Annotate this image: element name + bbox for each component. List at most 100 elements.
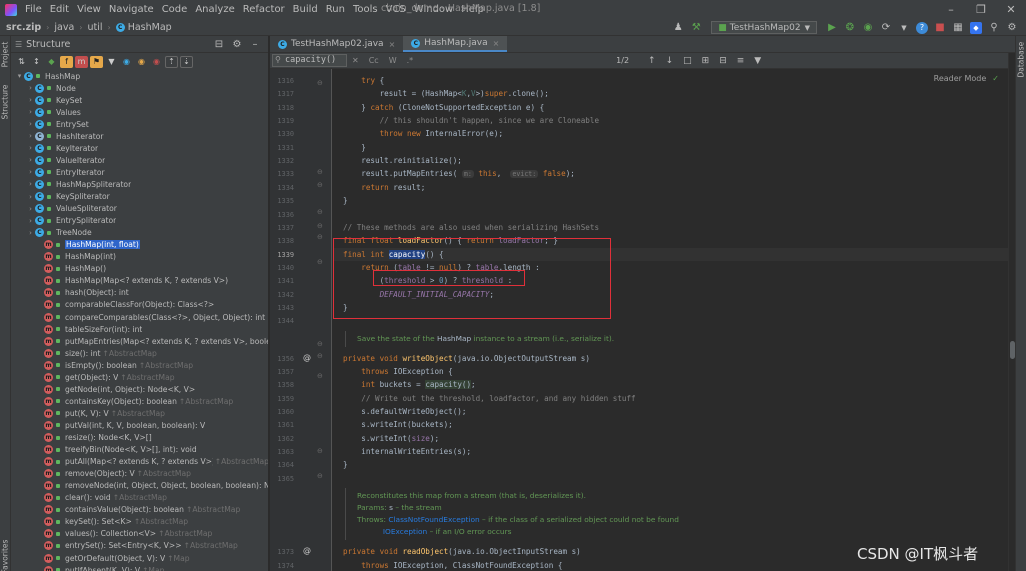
show-non-public-icon[interactable]: ⚑ (90, 55, 103, 68)
collapse-all-icon[interactable]: ⊟ (213, 38, 225, 50)
breadcrumb-item[interactable]: C HashMap (114, 22, 174, 33)
sort-visibility-icon[interactable]: ⇅ (15, 56, 28, 68)
add-user-icon[interactable]: ♟ (672, 22, 684, 34)
tree-item[interactable]: m getOrDefault(Object, V): V ↑Map (11, 552, 268, 564)
tree-item[interactable]: m get(Object): V ↑AbstractMap (11, 371, 268, 383)
tree-item[interactable]: m treeifyBin(Node<K, V>[], int): void (11, 444, 268, 456)
fold-icon[interactable]: ⊖ (317, 340, 323, 348)
tree-item[interactable]: › C ValueSpliterator (11, 203, 268, 215)
project-structure-icon[interactable]: ▦ (952, 22, 964, 34)
chevron-right-icon[interactable]: › (26, 168, 35, 176)
code-line[interactable]: try { (333, 74, 1008, 87)
menu-navigate[interactable]: Navigate (105, 4, 158, 15)
previous-occurrence-icon[interactable]: ↑ (648, 56, 656, 66)
editor-tab[interactable]: C TestHashMap02.java × (270, 36, 403, 52)
tree-item[interactable]: › C KeySpliterator (11, 191, 268, 203)
tree-item[interactable]: › C EntryIterator (11, 166, 268, 178)
chevron-right-icon[interactable]: › (26, 217, 35, 225)
next-occurrence-icon[interactable]: ↓ (666, 56, 674, 66)
code-line[interactable]: // Write out the threshold, loadfactor, … (333, 392, 1008, 405)
menu-edit[interactable]: Edit (46, 4, 73, 15)
tree-item[interactable]: m put(K, V): V ↑AbstractMap (11, 407, 268, 419)
code-line[interactable]: // this shouldn't happen, since we are C… (333, 114, 1008, 127)
code-line[interactable]: } (333, 458, 1008, 471)
menu-refactor[interactable]: Refactor (239, 4, 289, 15)
show-inherited-icon[interactable]: m (75, 55, 88, 68)
code-line[interactable]: s.writeInt(buckets); (333, 418, 1008, 431)
chevron-right-icon[interactable]: ▾ (15, 72, 24, 80)
rendered-javadoc[interactable]: Reconstitutes this map from a stream (th… (345, 488, 1008, 541)
filter-search-icon[interactable]: ▼ (754, 56, 761, 66)
close-icon[interactable]: ✕ (996, 0, 1026, 19)
tree-item[interactable]: m HashMap(Map<? extends K, ? extends V>) (11, 275, 268, 287)
chevron-right-icon[interactable]: › (26, 84, 35, 92)
code-line[interactable]: final int capacity() { (333, 247, 1008, 261)
autoscroll-to-source-icon[interactable]: ⇡ (165, 55, 178, 68)
menu-file[interactable]: File (21, 4, 46, 15)
code-line[interactable]: int buckets = capacity(); (333, 378, 1008, 391)
fold-icon[interactable]: ⊖ (317, 208, 323, 216)
tree-item[interactable]: m values(): Collection<V> ↑AbstractMap (11, 528, 268, 540)
code-line[interactable]: // These methods are also used when seri… (333, 221, 1008, 234)
tree-item[interactable]: › C KeyIterator (11, 142, 268, 154)
code-line[interactable]: result = (HashMap<K,V>)super.clone(); (333, 87, 1008, 100)
fold-icon[interactable]: ⊖ (317, 258, 323, 266)
tree-item[interactable]: m hash(Object): int (11, 287, 268, 299)
tree-item[interactable]: m isEmpty(): boolean ↑AbstractMap (11, 359, 268, 371)
tree-item[interactable]: › C HashMapSpliterator (11, 178, 268, 190)
whole-words-button[interactable]: W (389, 56, 397, 65)
rendered-javadoc[interactable]: Save the state of the HashMap instance t… (345, 330, 1008, 347)
tree-item[interactable]: m entrySet(): Set<Entry<K, V>> ↑AbstractMa… (11, 540, 268, 552)
code-line[interactable] (333, 208, 1008, 221)
tree-item[interactable]: › C TreeNode (11, 227, 268, 239)
code-line[interactable]: throws IOException { (333, 365, 1008, 378)
stop-icon[interactable]: ■ (934, 22, 946, 34)
code-line[interactable]: } (333, 301, 1008, 314)
jetbrains-logo-icon[interactable]: ◆ (970, 21, 982, 34)
tree-item[interactable]: m HashMap() (11, 263, 268, 275)
code-line[interactable]: s.writeInt(size); (333, 432, 1008, 445)
show-fields-icon[interactable]: f (60, 55, 73, 68)
code-line[interactable]: return (table != null) ? table.length : (333, 261, 1008, 274)
hide-panel-icon[interactable]: – (249, 38, 261, 50)
project-tool-button[interactable]: Project (1, 38, 10, 72)
tree-item[interactable]: m containsValue(Object): boolean ↑Abstract… (11, 504, 268, 516)
tree-item[interactable]: m putMapEntries(Map<? extends K, ? extend… (11, 335, 268, 347)
clear-search-icon[interactable]: ✕ (352, 56, 359, 65)
show-properties-icon[interactable]: ◆ (45, 56, 58, 68)
favorites-tool-button[interactable]: Favorites (1, 540, 10, 571)
code-line[interactable]: s.defaultWriteObject(); (333, 405, 1008, 418)
breadcrumb-item[interactable]: java (52, 22, 76, 33)
fold-icon[interactable]: ⊖ (317, 472, 323, 480)
code-line[interactable]: final float loadFactor() { return loadFa… (333, 234, 1008, 247)
chevron-right-icon[interactable]: › (26, 193, 35, 201)
show-anonymous-icon[interactable]: ◉ (120, 56, 133, 68)
close-tab-icon[interactable]: × (493, 39, 500, 48)
remove-occurrence-icon[interactable]: ⊟ (719, 56, 727, 66)
fold-icon[interactable]: ⊖ (317, 222, 323, 230)
find-input[interactable]: ⚲ capacity() (272, 54, 347, 67)
breadcrumb-item[interactable]: src.zip (4, 22, 43, 33)
structure-tool-button[interactable]: Structure (1, 85, 10, 120)
tree-item[interactable]: m putAll(Map<? extends K, ? extends V>): … (11, 456, 268, 468)
tree-item[interactable]: › C Node (11, 82, 268, 94)
close-tab-icon[interactable]: × (389, 40, 396, 49)
tree-item[interactable]: m removeNode(int, Object, Object, boolean… (11, 480, 268, 492)
fold-icon[interactable]: ⊖ (317, 79, 323, 87)
code-line[interactable]: (threshold > 0) ? threshold : (333, 274, 1008, 287)
code-editor[interactable]: Reader Mode ✓ try { result = (HashMap<K,V… (333, 69, 1008, 571)
settings-gear-icon[interactable]: ⚙ (1006, 22, 1018, 34)
run-icon[interactable]: ▶ (826, 22, 838, 34)
code-line[interactable]: result.reinitialize(); (333, 154, 1008, 167)
restore-icon[interactable]: ❐ (966, 0, 996, 19)
fold-icon[interactable]: ⊖ (317, 181, 323, 189)
show-lambdas-icon[interactable]: ◉ (135, 56, 148, 68)
filter-icon[interactable]: ▼ (105, 56, 118, 68)
regex-button[interactable]: .* (407, 56, 414, 65)
code-line[interactable]: private void writeObject(java.io.ObjectO… (333, 352, 1008, 365)
match-case-button[interactable]: Cc (369, 56, 379, 65)
tree-item[interactable]: › C ValueIterator (11, 154, 268, 166)
code-line[interactable]: } (333, 141, 1008, 154)
chevron-right-icon[interactable]: › (26, 205, 35, 213)
chevron-right-icon[interactable]: › (26, 156, 35, 164)
